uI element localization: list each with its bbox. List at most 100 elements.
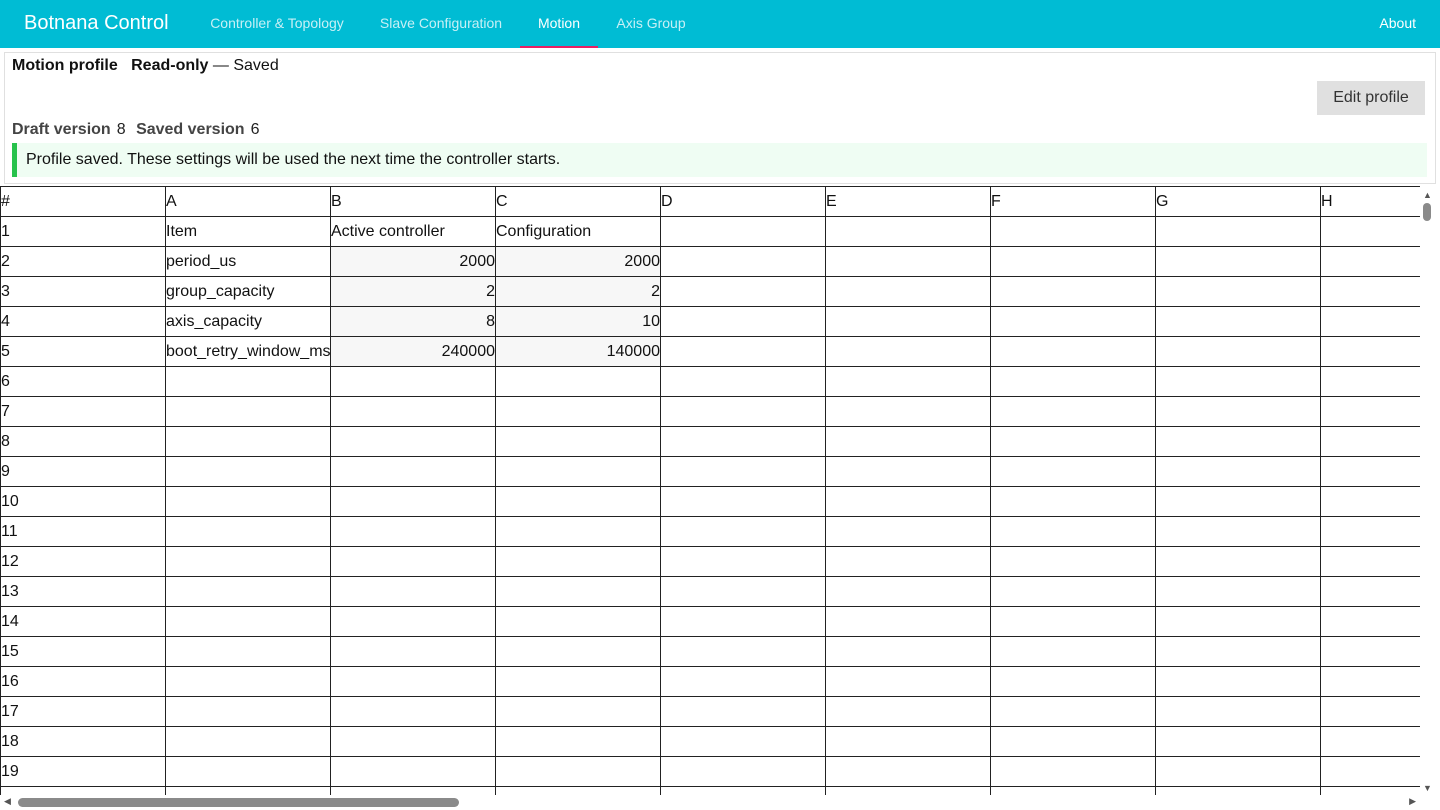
column-header-cell[interactable]: G	[1155, 186, 1321, 217]
sheet-cell[interactable]	[330, 426, 496, 457]
row-number-cell[interactable]: 16	[0, 666, 166, 697]
sheet-cell[interactable]	[1155, 786, 1321, 795]
sheet-cell[interactable]	[660, 456, 826, 487]
sheet-cell[interactable]: 10	[495, 306, 661, 337]
sheet-cell[interactable]: 2000	[330, 246, 496, 277]
sheet-cell[interactable]	[990, 276, 1156, 307]
sheet-cell[interactable]	[330, 486, 496, 517]
sheet-cell[interactable]: 8	[330, 306, 496, 337]
sheet-cell[interactable]	[1155, 246, 1321, 277]
sheet-cell[interactable]	[1155, 636, 1321, 667]
row-number-cell[interactable]: 4	[0, 306, 166, 337]
sheet-cell[interactable]	[660, 666, 826, 697]
row-number-cell[interactable]: 8	[0, 426, 166, 457]
sheet-cell[interactable]	[1320, 426, 1420, 457]
sheet-cell[interactable]	[1320, 666, 1420, 697]
column-header-cell[interactable]: H	[1320, 186, 1420, 217]
sheet-cell[interactable]	[1320, 396, 1420, 427]
sheet-cell[interactable]	[495, 366, 661, 397]
sheet-cell[interactable]	[990, 366, 1156, 397]
sheet-cell[interactable]	[990, 666, 1156, 697]
sheet-cell[interactable]	[825, 546, 991, 577]
sheet-cell[interactable]	[330, 546, 496, 577]
sheet-cell[interactable]	[990, 786, 1156, 795]
sheet-cell[interactable]	[1155, 276, 1321, 307]
row-number-cell[interactable]: 20	[0, 786, 166, 795]
sheet-cell[interactable]: boot_retry_window_ms	[165, 336, 331, 367]
sheet-cell[interactable]	[660, 276, 826, 307]
sheet-cell[interactable]	[495, 636, 661, 667]
sheet-cell[interactable]	[990, 636, 1156, 667]
tab-motion[interactable]: Motion	[520, 0, 598, 48]
sheet-cell[interactable]	[660, 516, 826, 547]
row-number-cell[interactable]: 1	[0, 216, 166, 247]
sheet-cell[interactable]	[660, 306, 826, 337]
sheet-cell[interactable]	[1320, 456, 1420, 487]
sheet-cell[interactable]	[990, 456, 1156, 487]
vertical-scroll-thumb[interactable]	[1423, 203, 1431, 221]
sheet-cell[interactable]	[825, 756, 991, 787]
sheet-cell[interactable]	[330, 396, 496, 427]
sheet-cell[interactable]	[825, 666, 991, 697]
column-header-cell[interactable]: F	[990, 186, 1156, 217]
sheet-cell[interactable]	[825, 336, 991, 367]
sheet-cell[interactable]	[1320, 216, 1420, 247]
sheet-cell[interactable]	[495, 606, 661, 637]
sheet-cell[interactable]	[1320, 546, 1420, 577]
row-number-cell[interactable]: 5	[0, 336, 166, 367]
sheet-cell[interactable]	[1155, 366, 1321, 397]
sheet-cell[interactable]	[825, 216, 991, 247]
row-number-cell[interactable]: 18	[0, 726, 166, 757]
sheet-cell[interactable]	[165, 576, 331, 607]
sheet-cell[interactable]	[330, 366, 496, 397]
sheet-cell[interactable]	[1155, 456, 1321, 487]
sheet-cell[interactable]: period_us	[165, 246, 331, 277]
sheet-cell[interactable]	[1155, 696, 1321, 727]
horizontal-scroll-thumb[interactable]	[18, 798, 459, 807]
sheet-cell[interactable]	[825, 246, 991, 277]
sheet-cell[interactable]	[990, 516, 1156, 547]
sheet-cell[interactable]	[1320, 576, 1420, 607]
sheet-cell[interactable]	[330, 786, 496, 795]
sheet-cell[interactable]	[825, 276, 991, 307]
column-header-cell[interactable]: #	[0, 186, 166, 217]
sheet-cell[interactable]: axis_capacity	[165, 306, 331, 337]
sheet-cell[interactable]: group_capacity	[165, 276, 331, 307]
sheet-cell[interactable]	[1320, 246, 1420, 277]
sheet-cell[interactable]	[1155, 396, 1321, 427]
sheet-cell[interactable]	[1155, 216, 1321, 247]
sheet-cell[interactable]	[165, 726, 331, 757]
sheet-cell[interactable]	[495, 546, 661, 577]
spreadsheet[interactable]: # A B C D E F G H 1 Item Active controller Configura…	[0, 186, 1420, 795]
sheet-cell[interactable]	[660, 636, 826, 667]
sheet-cell[interactable]	[330, 726, 496, 757]
sheet-cell[interactable]	[1155, 426, 1321, 457]
sheet-cell[interactable]: Active controller	[330, 216, 496, 247]
sheet-cell[interactable]	[495, 576, 661, 607]
sheet-cell[interactable]	[825, 426, 991, 457]
sheet-cell[interactable]	[825, 576, 991, 607]
sheet-cell[interactable]	[1320, 726, 1420, 757]
sheet-cell[interactable]	[660, 486, 826, 517]
sheet-cell[interactable]	[1320, 336, 1420, 367]
column-header-cell[interactable]: A	[165, 186, 331, 217]
sheet-cell[interactable]	[660, 576, 826, 607]
row-number-cell[interactable]: 10	[0, 486, 166, 517]
sheet-cell[interactable]	[990, 216, 1156, 247]
row-number-cell[interactable]: 12	[0, 546, 166, 577]
sheet-cell[interactable]	[660, 606, 826, 637]
sheet-cell[interactable]	[165, 546, 331, 577]
sheet-cell[interactable]	[660, 426, 826, 457]
sheet-cell[interactable]	[1320, 696, 1420, 727]
sheet-cell[interactable]	[660, 756, 826, 787]
sheet-cell[interactable]	[495, 786, 661, 795]
column-header-cell[interactable]: D	[660, 186, 826, 217]
sheet-cell[interactable]	[495, 696, 661, 727]
sheet-cell[interactable]: 140000	[495, 336, 661, 367]
column-header-cell[interactable]: C	[495, 186, 661, 217]
sheet-cell[interactable]	[660, 696, 826, 727]
sheet-cell[interactable]	[660, 246, 826, 277]
edit-profile-button[interactable]: Edit profile	[1317, 81, 1425, 115]
sheet-cell[interactable]	[825, 786, 991, 795]
sheet-cell[interactable]	[825, 456, 991, 487]
